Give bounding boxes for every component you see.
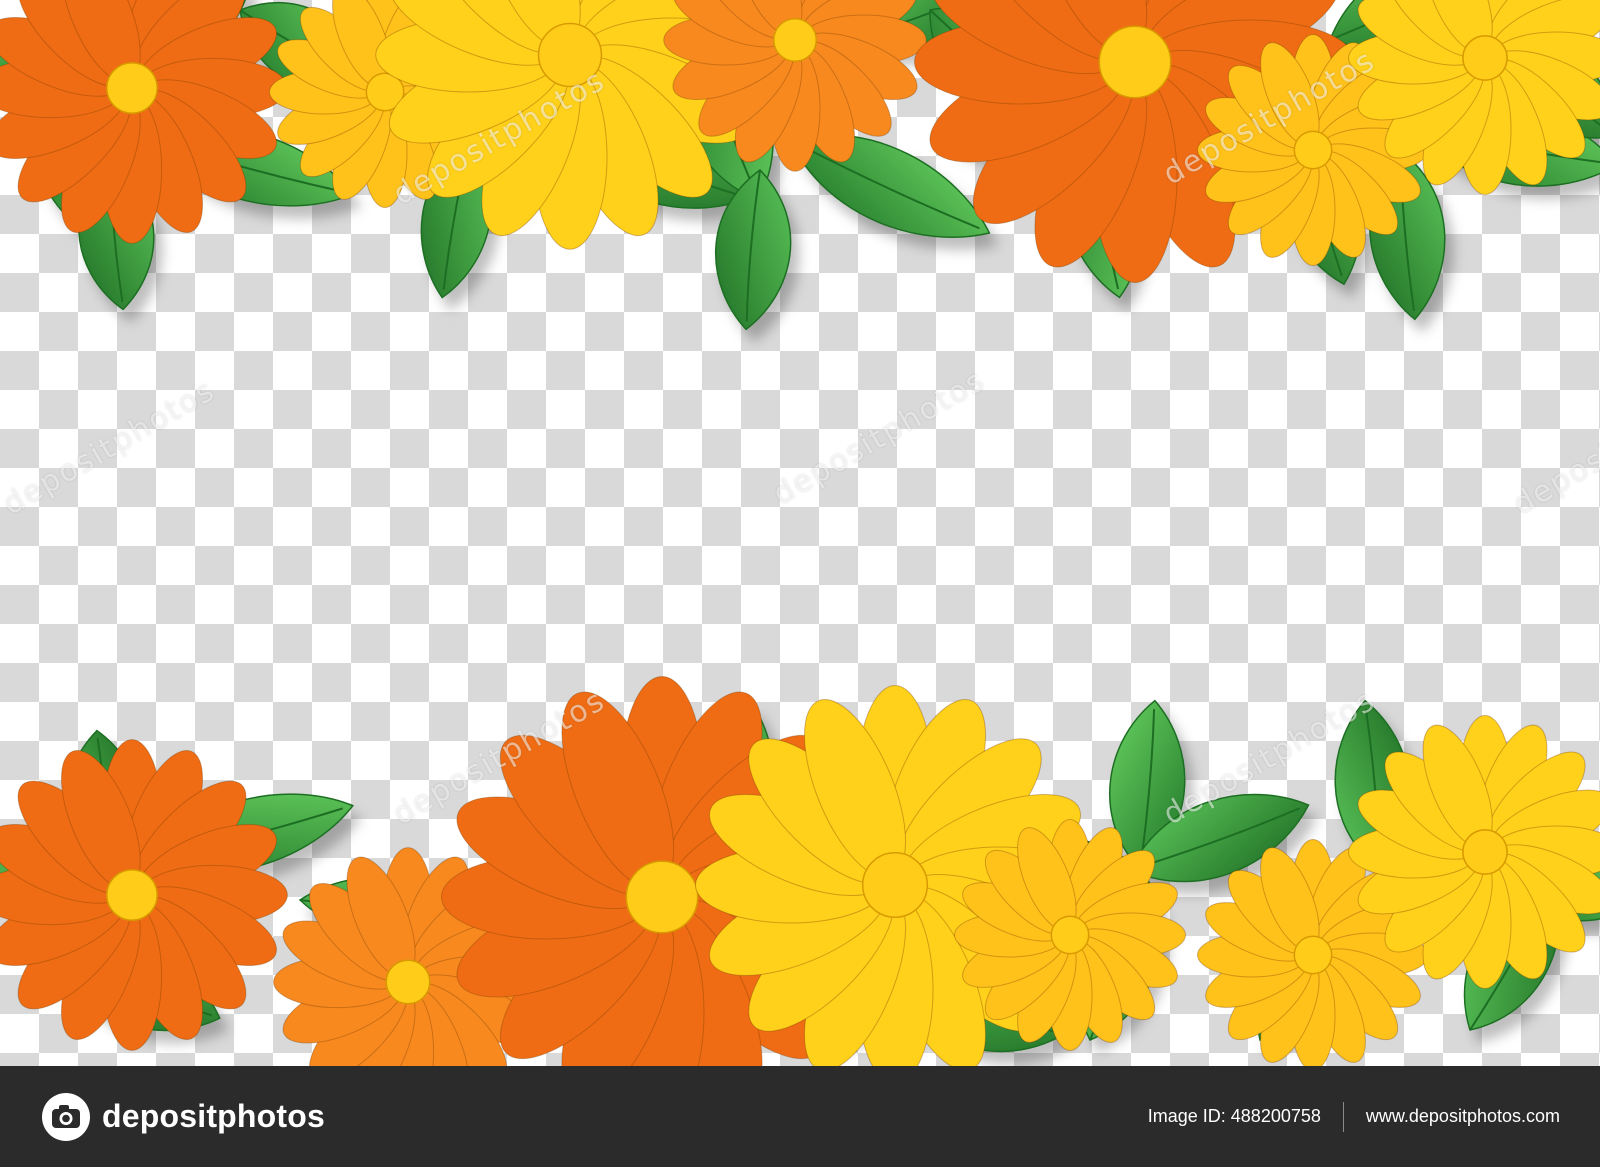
site-url-link[interactable]: www.depositphotos.com	[1366, 1106, 1560, 1127]
stock-footer-bar: depositphotos Image ID: 488200758 www.de…	[0, 1066, 1600, 1167]
daisy-flower	[0, 0, 288, 244]
brand-logo-link[interactable]: depositphotos	[40, 1091, 325, 1143]
footer-meta: Image ID: 488200758 www.depositphotos.co…	[1147, 1101, 1560, 1132]
floral-frame-illustration	[0, 0, 1600, 1066]
camera-logo-icon	[42, 1092, 90, 1141]
daisy-flower	[0, 739, 288, 1051]
brand-name: depositphotos	[102, 1098, 326, 1134]
footer-divider	[1342, 1101, 1344, 1132]
daisy-flower	[954, 819, 1186, 1051]
image-id-label: Image ID: 488200758	[1147, 1106, 1321, 1126]
floral-frame-artwork: depositphotos depositphotos depositphoto…	[0, 0, 1600, 1066]
